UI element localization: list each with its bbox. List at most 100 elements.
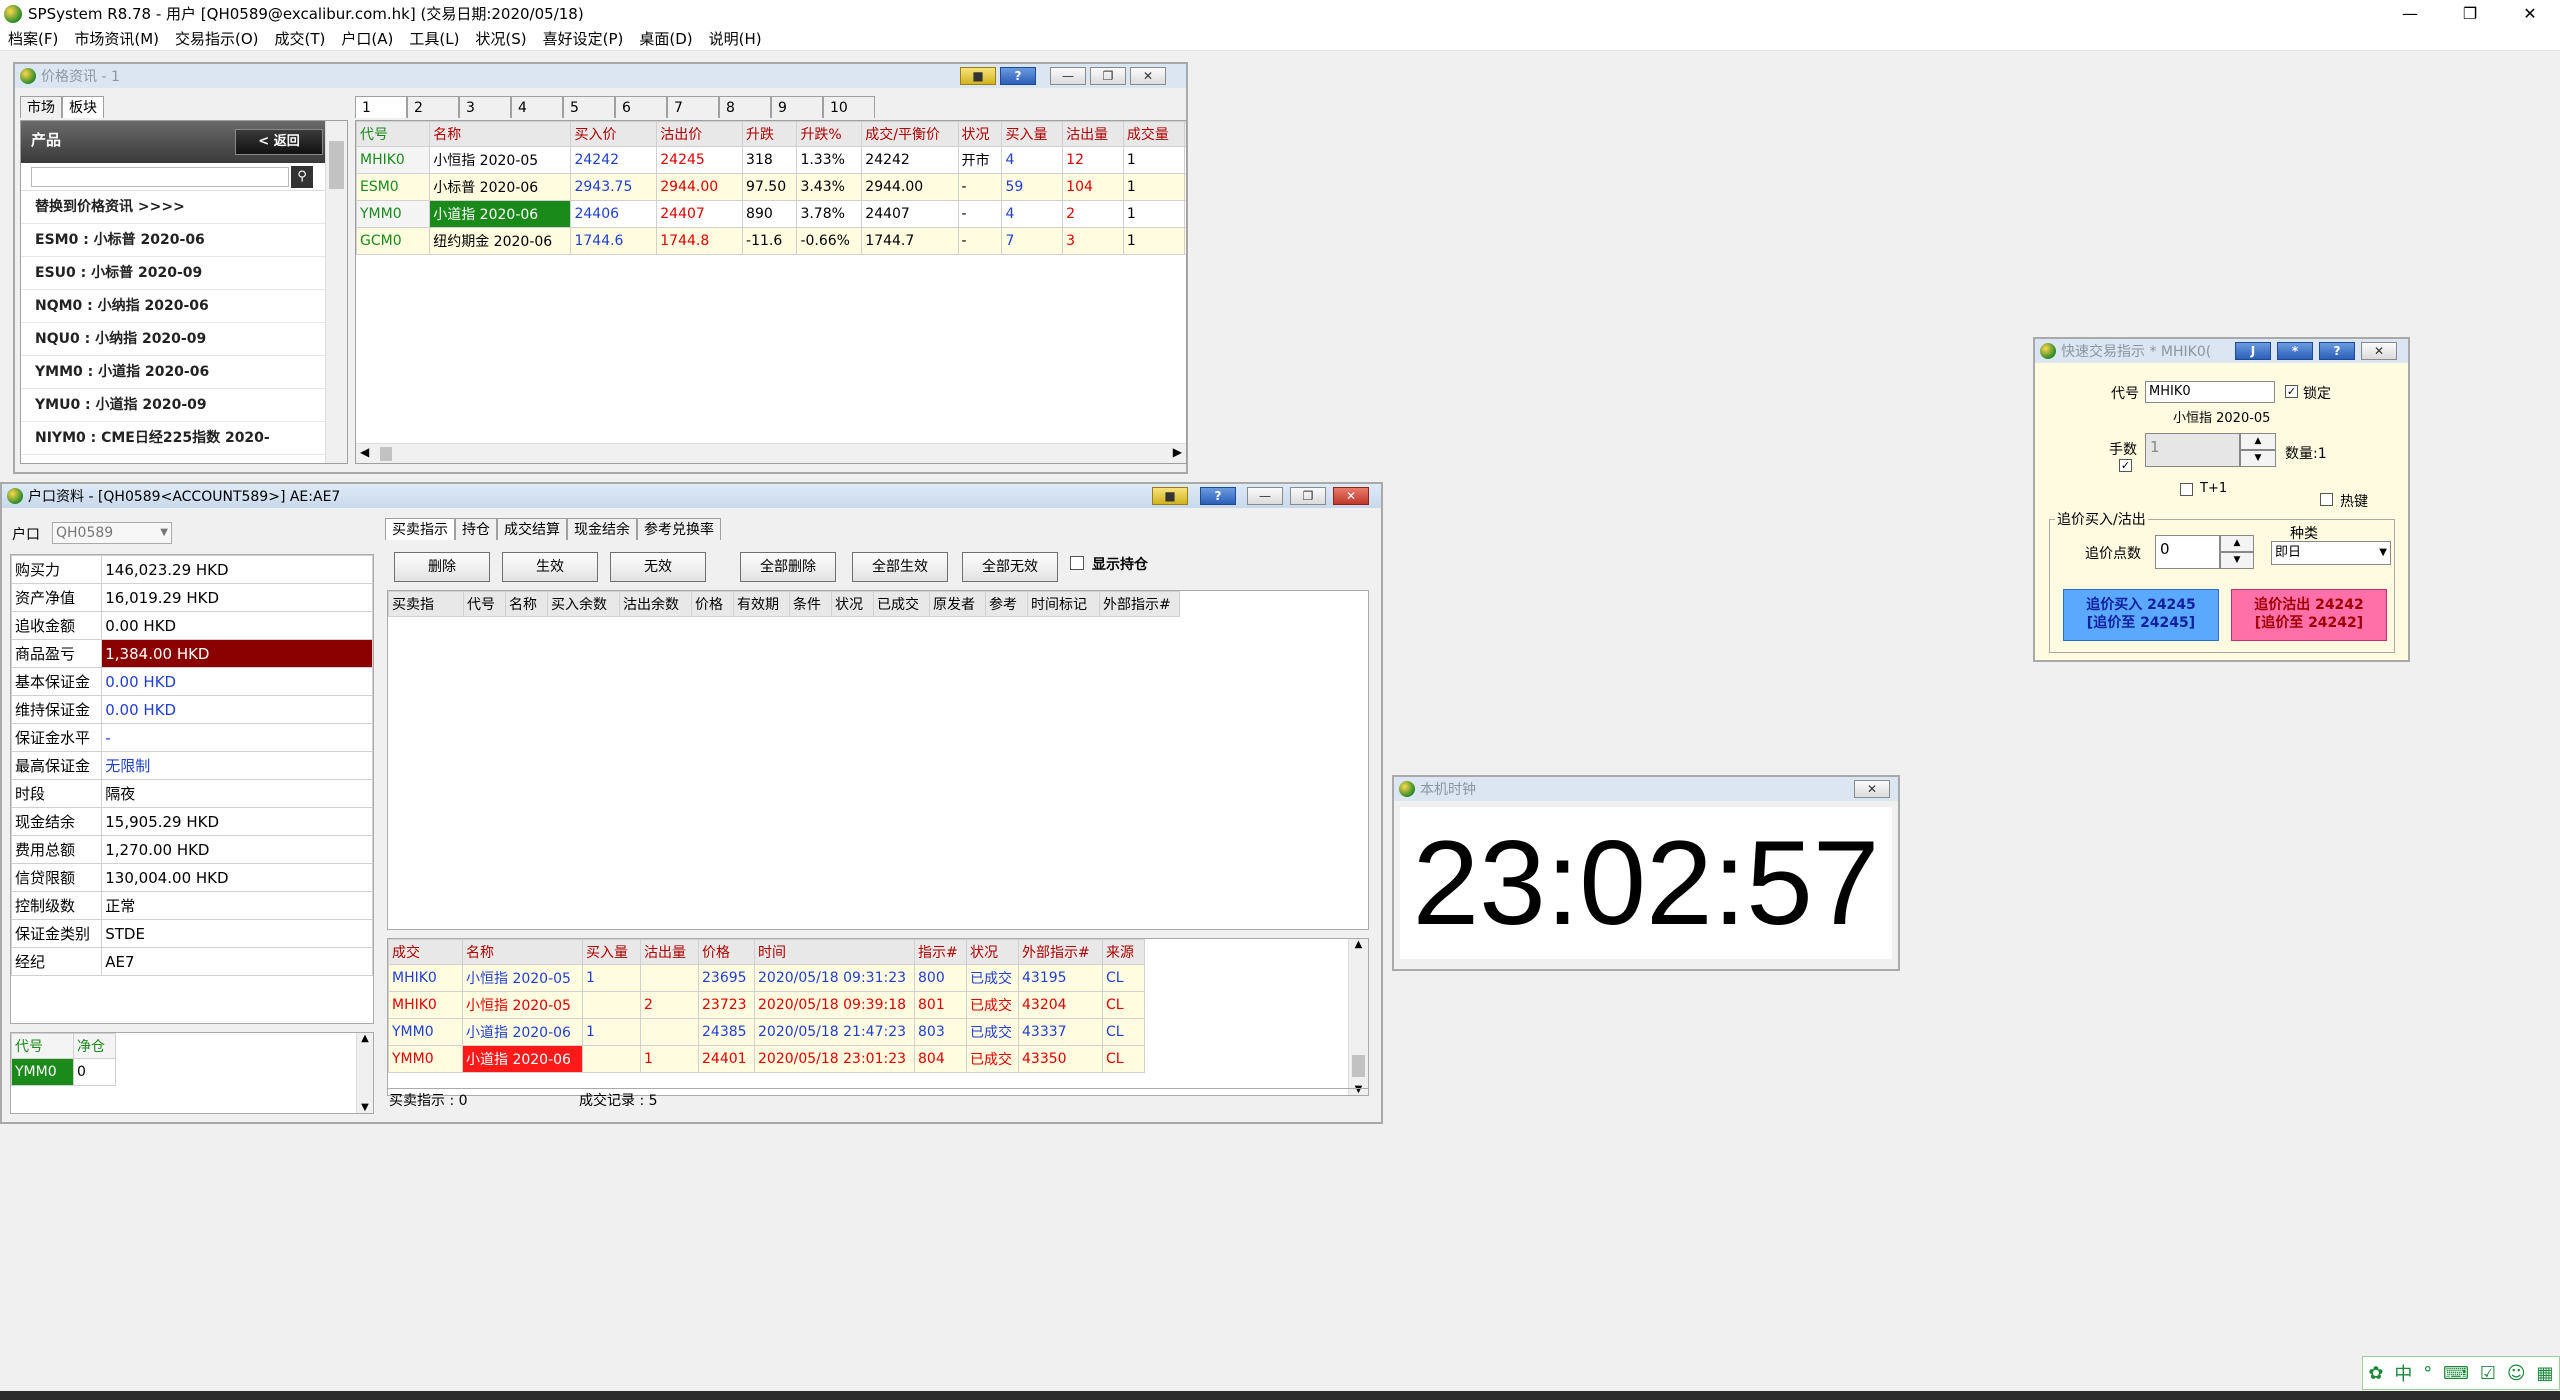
restore-icon[interactable]: ❐ (2440, 0, 2500, 27)
col-last[interactable]: 成交/平衡价 (861, 121, 959, 147)
scroll-left-icon[interactable]: ◀ (360, 445, 369, 459)
cell-trade-code[interactable]: YMM0 (388, 1045, 463, 1073)
back-button[interactable]: < 返回 (235, 129, 323, 155)
delete-button[interactable]: 删除 (394, 552, 490, 582)
paw-icon[interactable]: ✿ (2368, 1363, 2383, 1384)
code-input[interactable]: MHIK0 (2145, 381, 2275, 403)
col-status[interactable]: 状况 (957, 121, 1003, 147)
t1-checkbox[interactable] (2180, 483, 2193, 496)
table-row[interactable]: MHIK0 小恒指 2020-05 24242 24245 318 1.33% … (356, 146, 1186, 174)
cell-trade-time[interactable]: 2020/05/18 09:31:23 (754, 964, 915, 992)
tab-orders[interactable]: 买卖指示 (385, 518, 455, 540)
cell-bid[interactable]: 1744.6 (570, 227, 658, 255)
scroll-thumb[interactable] (380, 447, 392, 461)
list-item[interactable]: ESU0 : 小标普 2020-09 (21, 257, 347, 290)
table-row[interactable]: YMM0 小道指 2020-06 24406 24407 890 3.78% 2… (356, 200, 1186, 228)
product-list-scrollbar[interactable] (325, 121, 347, 463)
cell-trade-price[interactable]: 24385 (698, 1018, 755, 1046)
pts-up-icon[interactable]: ▲ (2220, 535, 2254, 552)
cell-ask[interactable]: 2944.00 (656, 173, 744, 201)
tab-page[interactable]: 6 (615, 96, 667, 118)
cell-trade-code[interactable]: MHIK0 (388, 991, 463, 1019)
table-row[interactable]: YMM0 小道指 2020-06 1 24401 2020/05/18 23:0… (388, 1045, 1145, 1073)
activate-button[interactable]: 生效 (502, 552, 598, 582)
cell-ask-qty[interactable]: 3 (1062, 227, 1124, 255)
qty-down-icon[interactable]: ▼ (2240, 450, 2276, 467)
cell-ask[interactable]: 1744.8 (656, 227, 744, 255)
cell-trade-ext[interactable]: 43350 (1018, 1045, 1103, 1073)
scroll-up-icon[interactable]: ▲ (1349, 939, 1368, 950)
col-trade-time[interactable]: 时间 (754, 939, 915, 965)
cell-volume[interactable]: 1 (1122, 200, 1185, 228)
col-order-buy-rem[interactable]: 买入余数 (547, 591, 620, 617)
pts-down-icon[interactable]: ▼ (2220, 552, 2254, 569)
close-icon[interactable]: ✕ (1854, 780, 1890, 798)
cell-change[interactable]: 890 (742, 200, 798, 228)
list-item[interactable]: NIYM0 : CME日经225指数 2020- (21, 422, 347, 455)
tab-positions[interactable]: 持仓 (455, 518, 497, 540)
cell-trade-order[interactable]: 801 (914, 991, 967, 1019)
menu-trade[interactable]: 成交(T) (267, 28, 334, 49)
star-icon[interactable]: * (2277, 342, 2313, 360)
cell-trade-name[interactable]: 小恒指 2020-05 (462, 991, 583, 1019)
col-total[interactable]: 总 (1183, 121, 1186, 147)
cell-trade-buy[interactable]: 1 (582, 964, 641, 992)
menu-market[interactable]: 市场资讯(M) (66, 28, 167, 49)
cell-code[interactable]: YMM0 (356, 200, 431, 228)
cell-total[interactable]: 12 (1183, 200, 1186, 228)
col-pos-net[interactable]: 净仓 (73, 1033, 116, 1059)
product-search-input[interactable] (31, 167, 289, 187)
cell-trade-status[interactable]: 已成交 (966, 991, 1019, 1019)
shirt-icon[interactable]: ☑ (2480, 1363, 2496, 1384)
col-trade-order[interactable]: 指示# (914, 939, 967, 965)
cell-trade-code[interactable]: MHIK0 (388, 964, 463, 992)
tab-settlement[interactable]: 成交结算 (497, 518, 567, 540)
list-item[interactable]: YMU0 : 小道指 2020-09 (21, 389, 347, 422)
menu-preferences[interactable]: 喜好设定(P) (535, 28, 632, 49)
minimize-icon[interactable]: — (1247, 487, 1283, 505)
cell-trade-time[interactable]: 2020/05/18 09:39:18 (754, 991, 915, 1019)
cell-trade-source[interactable]: CL (1102, 964, 1145, 992)
user-icon[interactable]: ☺ (2507, 1363, 2526, 1384)
cell-change[interactable]: 97.50 (742, 173, 798, 201)
cell-code[interactable]: ESM0 (356, 173, 431, 201)
price-grid-hscrollbar[interactable]: ◀ ▶ (356, 443, 1186, 463)
cell-trade-time[interactable]: 2020/05/18 21:47:23 (754, 1018, 915, 1046)
activate-all-button[interactable]: 全部生效 (852, 552, 948, 582)
tab-page[interactable]: 10 (823, 96, 875, 118)
qty-up-icon[interactable]: ▲ (2240, 433, 2276, 450)
cell-last[interactable]: 24407 (861, 200, 959, 228)
chevron-down-icon[interactable]: ▼ (160, 523, 168, 543)
cell-status[interactable]: - (957, 200, 1003, 228)
col-volume[interactable]: 成交量 (1122, 121, 1185, 147)
col-trade-price[interactable]: 价格 (698, 939, 755, 965)
cell-volume[interactable]: 1 (1122, 227, 1185, 255)
col-order-ext[interactable]: 外部指示# (1099, 591, 1180, 617)
cell-trade-name[interactable]: 小道指 2020-06 (462, 1018, 583, 1046)
col-order-originator[interactable]: 原发者 (929, 591, 986, 617)
list-item[interactable]: NQM0 : 小纳指 2020-06 (21, 290, 347, 323)
cell-code[interactable]: GCM0 (356, 227, 431, 255)
menu-file[interactable]: 档案(F) (0, 28, 66, 49)
cell-status[interactable]: 开市 (957, 146, 1003, 174)
deactivate-all-button[interactable]: 全部无效 (962, 552, 1058, 582)
cell-change-pct[interactable]: 1.33% (796, 146, 863, 174)
menu-account[interactable]: 户口(A) (333, 28, 401, 49)
tab-page[interactable]: 1 (355, 96, 407, 118)
col-order-price[interactable]: 价格 (691, 591, 734, 617)
cell-trade-source[interactable]: CL (1102, 1018, 1145, 1046)
cell-name[interactable]: 小恒指 2020-05 (429, 146, 572, 174)
cell-trade-buy[interactable]: 1 (582, 1018, 641, 1046)
chase-sell-button[interactable]: 追价沽出 24242 [追价至 24242] (2231, 589, 2387, 641)
col-order-dir[interactable]: 买卖指 (388, 591, 464, 617)
cell-last[interactable]: 2944.00 (861, 173, 959, 201)
table-row[interactable]: YMM0 小道指 2020-06 1 24385 2020/05/18 21:4… (388, 1018, 1145, 1046)
table-row[interactable]: MHIK0 小恒指 2020-05 1 23695 2020/05/18 09:… (388, 964, 1145, 992)
cell-pos-code[interactable]: YMM0 (11, 1058, 74, 1086)
tab-page[interactable]: 9 (771, 96, 823, 118)
cell-status[interactable]: - (957, 227, 1003, 255)
col-order-ref[interactable]: 参考 (985, 591, 1028, 617)
col-order-validity[interactable]: 有效期 (733, 591, 790, 617)
j-icon[interactable]: J (2235, 342, 2271, 360)
help-icon[interactable]: ? (2319, 342, 2355, 360)
